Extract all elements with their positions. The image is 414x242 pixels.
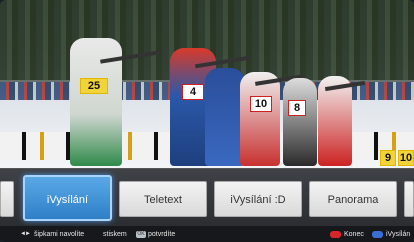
arrow-keys-icon: ◄►	[20, 231, 31, 237]
blue-key-icon	[372, 230, 383, 238]
end-action[interactable]: Konec	[330, 230, 364, 239]
menu-item-ivysilani-d[interactable]: iVysílání :D	[214, 181, 302, 217]
hint-bar: ◄► šipkami navolíte stiskem OK potvrdíte …	[0, 226, 414, 242]
video-background: 25 4 10 8 9 10	[0, 0, 414, 170]
hint-navigate: šipkami navolíte	[34, 231, 85, 238]
bib-number: 10	[398, 150, 414, 166]
hint-confirm-label: potvrdíte	[148, 231, 176, 238]
menu-item-previous[interactable]	[0, 181, 14, 217]
bib-number: 10	[250, 96, 272, 112]
menu-bar: iVysílání Teletext iVysílání :D Panorama	[0, 168, 414, 227]
menu-item-panorama[interactable]: Panorama	[309, 181, 397, 217]
bib-number: 8	[288, 100, 306, 116]
ivysilani-label: iVysílán	[386, 231, 411, 238]
end-label: Konec	[344, 231, 364, 238]
ok-key-icon: OK	[136, 230, 146, 238]
hint-confirm: OK potvrdíte	[136, 230, 175, 239]
bib-number: 25	[80, 78, 108, 94]
menu-item-next[interactable]	[404, 181, 414, 217]
bib-number: 9	[380, 150, 396, 166]
menu-item-ivysilani[interactable]: iVysílání	[23, 175, 112, 221]
hint-confirm-prefix: stiskem	[103, 231, 127, 238]
athlete	[205, 68, 245, 166]
athlete	[283, 78, 317, 166]
bib-number: 4	[182, 84, 204, 100]
red-key-icon	[330, 230, 341, 238]
menu-item-teletext[interactable]: Teletext	[119, 181, 207, 217]
ivysilani-action[interactable]: iVysílán	[372, 230, 410, 239]
tv-screen: 25 4 10 8 9 10 iVysílání Teletext iVysíl…	[0, 0, 414, 242]
athlete	[240, 72, 280, 166]
